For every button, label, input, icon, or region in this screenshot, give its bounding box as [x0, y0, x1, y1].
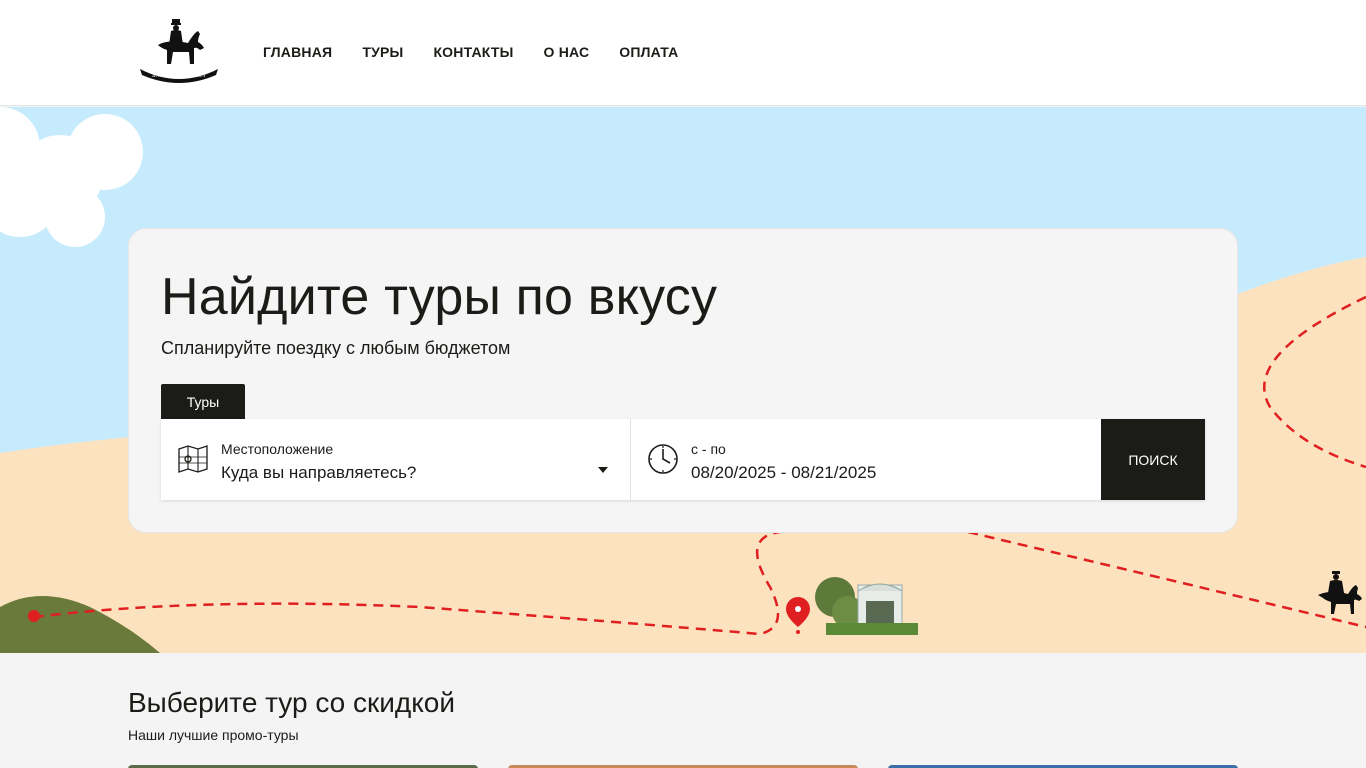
date-range-label: с - по	[691, 441, 726, 457]
search-button[interactable]: ПОИСК	[1101, 419, 1205, 500]
chevron-down-icon[interactable]	[598, 467, 608, 473]
nav-payment[interactable]: ОПЛАТА	[619, 44, 678, 60]
site-header: JEWISH TOUR AGENCY ГЛАВНАЯ ТУРЫ КОНТАКТЫ…	[0, 0, 1366, 106]
location-field[interactable]: Местоположение Куда вы направляетесь?	[161, 419, 631, 500]
clock-icon	[648, 444, 678, 474]
map-icon	[178, 445, 208, 473]
tab-tours[interactable]: Туры	[161, 384, 245, 420]
nav-about[interactable]: О НАС	[544, 44, 590, 60]
donkey-rider-logo-icon: JEWISH TOUR AGENCY	[140, 19, 218, 83]
nav-contacts[interactable]: КОНТАКТЫ	[433, 44, 513, 60]
date-range-field[interactable]: с - по 08/20/2025 - 08/21/2025	[631, 419, 1101, 500]
location-input[interactable]: Куда вы направляетесь?	[221, 463, 416, 483]
date-range-input[interactable]: 08/20/2025 - 08/21/2025	[691, 463, 876, 483]
route-start-dot	[28, 610, 40, 622]
hero-title: Найдите туры по вкусу	[161, 268, 718, 326]
search-form: Местоположение Куда вы направляетесь? с …	[161, 419, 1205, 500]
main-nav: ГЛАВНАЯ ТУРЫ КОНТАКТЫ О НАС ОПЛАТА	[263, 44, 708, 60]
search-card: Найдите туры по вкусу Спланируйте поездк…	[128, 228, 1238, 533]
promo-title: Выберите тур со скидкой	[128, 687, 456, 718]
nav-home[interactable]: ГЛАВНАЯ	[263, 44, 332, 60]
site-logo[interactable]: JEWISH TOUR AGENCY	[136, 15, 222, 85]
hero-subtitle: Спланируйте поездку с любым бюджетом	[161, 338, 511, 358]
logo-banner-text: JEWISH TOUR AGENCY	[152, 74, 207, 79]
hero-section: Найдите туры по вкусу Спланируйте поездк…	[0, 107, 1366, 653]
location-label: Местоположение	[221, 441, 334, 457]
cloud-icon	[0, 107, 143, 247]
promo-subtitle: Наши лучшие промо-туры	[128, 727, 299, 743]
nav-tours[interactable]: ТУРЫ	[362, 44, 403, 60]
